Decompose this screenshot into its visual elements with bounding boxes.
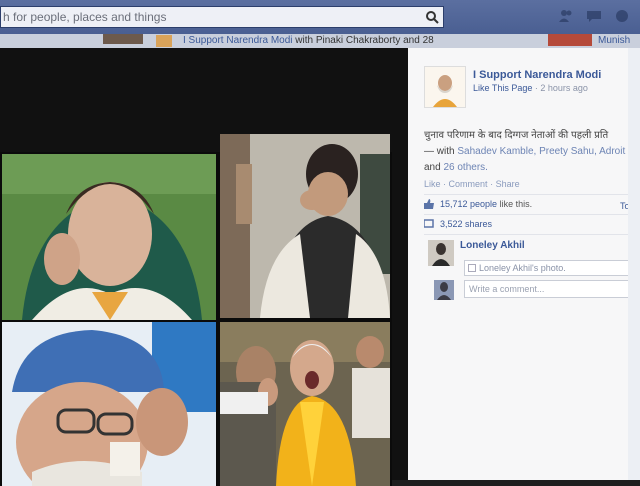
tagged-line: — with Sahadev Kamble, Preety Sahu, Adro… <box>424 144 640 160</box>
collage-photo-3 <box>2 322 216 486</box>
feed-story-more[interactable]: Munish <box>598 35 630 46</box>
comment-photo-attachment[interactable]: Loneley Akhil's photo. <box>464 260 640 276</box>
messages-icon[interactable] <box>586 9 602 23</box>
and-text: and <box>424 162 441 173</box>
collage-photo-1 <box>2 154 216 320</box>
thumbs-up-icon <box>424 199 434 209</box>
like-button[interactable]: Like <box>424 179 441 189</box>
divider <box>424 194 640 195</box>
friend-requests-icon[interactable] <box>558 9 574 23</box>
feed-story-page[interactable]: I Support Narendra Modi <box>183 35 293 46</box>
likes-summary: 15,712 people like this. <box>424 199 532 209</box>
like-page-link[interactable]: Like This Page <box>473 83 532 93</box>
collage-photo-4 <box>220 322 390 486</box>
tagged-others-line: and 26 others. <box>424 160 640 176</box>
page-avatar[interactable] <box>424 66 466 108</box>
feed-thumbnail <box>103 34 143 44</box>
shares-summary: 3,522 shares <box>424 219 492 229</box>
share-icon <box>424 219 434 228</box>
share-button[interactable]: Share <box>496 179 520 189</box>
post-meta: Like This Page · 2 hours ago <box>473 83 588 93</box>
caption-text: चुनाव परिणाम के बाद दिग्गज नेताओं की पहल… <box>424 130 609 141</box>
likes-suffix: like this. <box>499 199 533 209</box>
feed-story-with: with Pinaki Chakraborty and 28 <box>295 35 434 46</box>
feed-thumbnail-2 <box>548 34 592 46</box>
notifications-icon[interactable] <box>614 9 630 23</box>
comment-input[interactable]: Write a comment... <box>464 280 640 298</box>
action-separator-2: · <box>490 179 494 189</box>
photo-info-panel: I Support Narendra Modi Like This Page ·… <box>408 48 640 480</box>
news-feed-background: I Support Narendra Modi with Pinaki Chak… <box>0 34 640 48</box>
search-text: h for people, places and things <box>3 10 167 24</box>
photo-icon <box>468 264 476 272</box>
meta-separator: · <box>534 83 538 93</box>
comment-button[interactable]: Comment <box>449 179 488 189</box>
current-user-avatar <box>434 280 454 300</box>
photo-collage[interactable] <box>0 134 392 486</box>
photo-stage[interactable] <box>0 48 408 486</box>
search-input[interactable]: h for people, places and things <box>0 6 444 28</box>
action-separator-1: · <box>443 179 447 189</box>
search-icon[interactable] <box>425 10 439 24</box>
post-time[interactable]: 2 hours ago <box>540 83 588 93</box>
tagged-others-link[interactable]: 26 others. <box>443 162 487 173</box>
panel-scrollbar[interactable] <box>628 48 640 480</box>
with-text: — with <box>424 146 455 157</box>
attachment-label: Loneley Akhil's photo. <box>479 263 566 273</box>
commenter-name-link[interactable]: Loneley Akhil <box>460 240 525 251</box>
post-caption: चुनाव परिणाम के बाद दिग्गज नेताओं की पहल… <box>424 128 640 176</box>
divider <box>424 214 640 215</box>
top-navigation-bar: h for people, places and things <box>0 0 640 34</box>
comment-placeholder: Write a comment... <box>469 284 545 294</box>
divider <box>424 234 640 235</box>
collage-photo-2 <box>220 134 390 318</box>
page-name-link[interactable]: I Support Narendra Modi <box>473 69 601 81</box>
feed-page-icon <box>156 35 172 47</box>
commenter-avatar[interactable] <box>428 240 454 266</box>
feed-story: I Support Narendra Modi with Pinaki Chak… <box>183 35 434 46</box>
tagged-people[interactable]: Sahadev Kamble, Preety Sahu, Adroit <box>457 146 625 157</box>
likes-count-link[interactable]: 15,712 people <box>440 199 497 209</box>
shares-count-link[interactable]: 3,522 shares <box>440 219 492 229</box>
post-actions: Like · Comment · Share <box>424 179 520 189</box>
